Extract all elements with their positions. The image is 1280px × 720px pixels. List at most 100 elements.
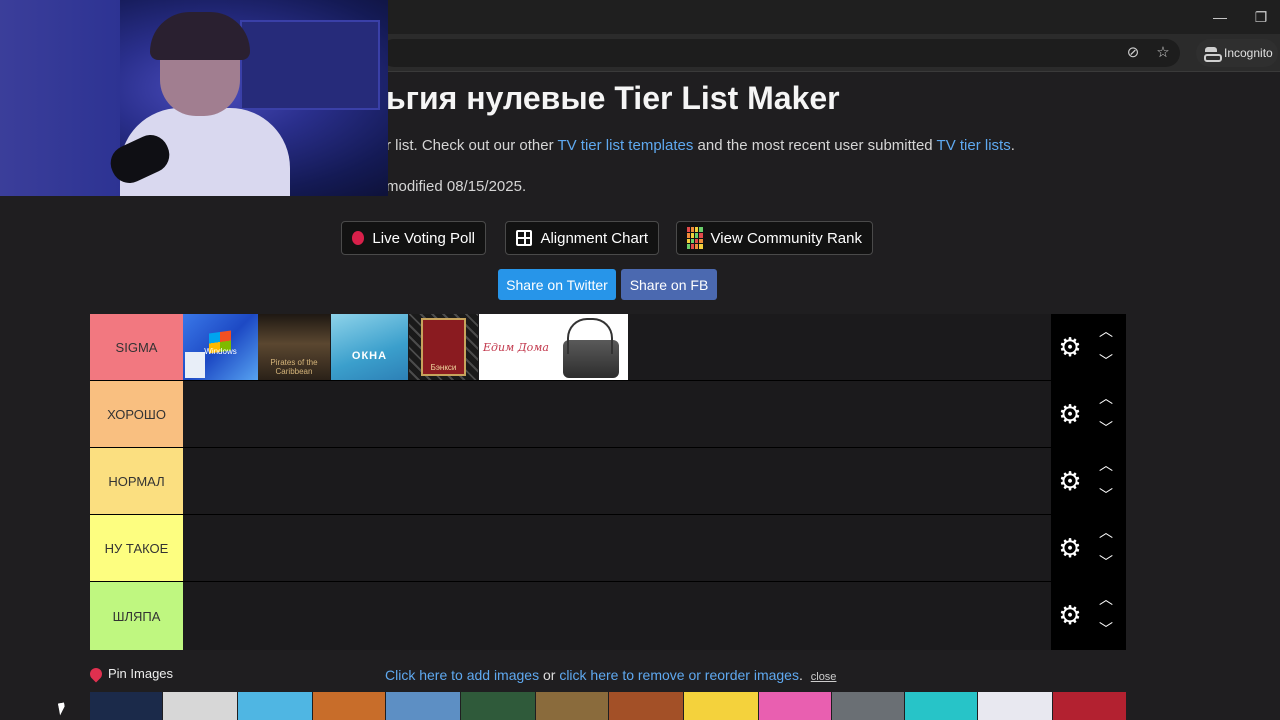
- tier-controls: ⚙ ︿ ﹀: [1051, 448, 1126, 515]
- edim-doma-image[interactable]: Едим Дома: [479, 314, 553, 380]
- chevron-down-icon[interactable]: ﹀: [1097, 352, 1115, 370]
- pool-image[interactable]: [609, 692, 683, 720]
- tv-templates-link[interactable]: TV tier list templates: [557, 137, 693, 154]
- tier-controls: ⚙ ︿ ﹀: [1051, 515, 1126, 582]
- chevron-up-icon[interactable]: ︿: [1097, 389, 1115, 407]
- bag-image[interactable]: [553, 314, 628, 380]
- gear-icon[interactable]: ⚙: [1057, 535, 1083, 561]
- pirates-caribbean-image[interactable]: Pirates of the Caribbean: [258, 314, 330, 380]
- image-pool: [90, 692, 1126, 720]
- webcam-person-hair: [150, 12, 250, 60]
- gear-icon[interactable]: ⚙: [1057, 401, 1083, 427]
- tier-label-normal[interactable]: НОРМАЛ: [90, 448, 183, 514]
- tier-label-good[interactable]: ХОРОШО: [90, 381, 183, 447]
- pool-image[interactable]: [832, 692, 904, 720]
- pool-image[interactable]: [759, 692, 831, 720]
- remove-reorder-link[interactable]: click here to remove or reorder images: [559, 667, 799, 683]
- live-voting-poll-button[interactable]: Live Voting Poll: [341, 221, 486, 255]
- chevron-up-icon[interactable]: ︿: [1097, 456, 1115, 474]
- tier-row-sigma: SIGMA Windows Pirates of the Caribbean О…: [90, 314, 1126, 381]
- bag-strap-shape: [567, 318, 613, 354]
- pin-icon: [87, 665, 105, 682]
- restore-icon[interactable]: ❐: [1251, 8, 1271, 26]
- pool-image[interactable]: [163, 692, 237, 720]
- page-description: r list. Check out our other TV tier list…: [386, 137, 1015, 154]
- live-voting-poll-label: Live Voting Poll: [372, 229, 475, 247]
- eye-off-icon[interactable]: ⊘: [1123, 43, 1143, 63]
- or-text: or: [539, 667, 560, 683]
- desc-prefix: r list. Check out our other: [386, 137, 558, 154]
- edim-doma-caption: Едим Дома: [483, 341, 549, 354]
- chevron-down-icon[interactable]: ﹀: [1097, 553, 1115, 571]
- tier-drop-zone[interactable]: [183, 381, 1051, 447]
- tier-controls: ⚙ ︿ ﹀: [1051, 582, 1126, 650]
- incognito-indicator[interactable]: Incognito: [1196, 39, 1278, 67]
- chevron-up-icon[interactable]: ︿: [1097, 523, 1115, 541]
- tier-label-hat[interactable]: ШЛЯПА: [90, 582, 183, 650]
- pool-image[interactable]: [90, 692, 162, 720]
- pool-image[interactable]: [536, 692, 608, 720]
- okna-caption: ОКНА: [351, 350, 388, 362]
- tier-list: SIGMA Windows Pirates of the Caribbean О…: [90, 314, 1126, 650]
- gear-icon[interactable]: ⚙: [1057, 334, 1083, 360]
- chevron-up-icon[interactable]: ︿: [1097, 322, 1115, 340]
- webcam-wall: [0, 0, 120, 196]
- tier-label-meh[interactable]: НУ ТАКОЕ: [90, 515, 183, 581]
- tier-drop-zone[interactable]: [183, 515, 1051, 581]
- alignment-chart-button[interactable]: Alignment Chart: [505, 221, 659, 255]
- tier-row-meh: НУ ТАКОЕ ⚙ ︿ ﹀: [90, 515, 1126, 582]
- chevron-up-icon[interactable]: ︿: [1097, 590, 1115, 608]
- tier-drop-zone[interactable]: Windows Pirates of the Caribbean ОКНА Бэ…: [183, 314, 1051, 380]
- pool-image[interactable]: [684, 692, 758, 720]
- desc-suffix: .: [1010, 137, 1015, 154]
- windows-xp-image[interactable]: Windows: [183, 314, 258, 380]
- gear-icon[interactable]: ⚙: [1057, 602, 1083, 628]
- tier-controls: ⚙ ︿ ﹀: [1051, 381, 1126, 448]
- webcam-cabinet: [240, 20, 380, 110]
- incognito-icon: [1204, 47, 1222, 62]
- add-images-link[interactable]: Click here to add images: [385, 667, 539, 683]
- pool-image[interactable]: [905, 692, 977, 720]
- address-bar[interactable]: [380, 39, 1180, 67]
- tier-row-normal: НОРМАЛ ⚙ ︿ ﹀: [90, 448, 1126, 515]
- incognito-label: Incognito: [1224, 46, 1273, 60]
- pool-image[interactable]: [313, 692, 385, 720]
- pool-image[interactable]: [386, 692, 460, 720]
- book-caption: Бэнкси: [430, 363, 457, 372]
- pool-image[interactable]: [238, 692, 312, 720]
- pirates-caption: Pirates of the Caribbean: [270, 358, 318, 376]
- grid-icon: [516, 230, 533, 246]
- minimize-icon[interactable]: —: [1210, 8, 1230, 26]
- share-twitter-button[interactable]: Share on Twitter: [498, 269, 616, 300]
- tier-drop-zone[interactable]: [183, 582, 1051, 650]
- period-text: .: [798, 667, 807, 683]
- pin-images-label: Pin Images: [108, 666, 174, 681]
- alignment-chart-label: Alignment Chart: [540, 229, 648, 247]
- window-panel-shape: [185, 352, 205, 378]
- image-actions-bar: Click here to add images or click here t…: [385, 667, 836, 683]
- tier-controls: ⚙ ︿ ﹀: [1051, 314, 1126, 381]
- gear-icon[interactable]: ⚙: [1057, 468, 1083, 494]
- pool-image[interactable]: [978, 692, 1052, 720]
- mosaic-icon: [687, 227, 703, 249]
- tier-drop-zone[interactable]: [183, 448, 1051, 514]
- pin-images-toggle[interactable]: Pin Images: [87, 665, 174, 682]
- pool-image[interactable]: [1053, 692, 1126, 720]
- star-icon[interactable]: ☆: [1153, 43, 1173, 63]
- tier-row-hat: ШЛЯПА ⚙ ︿ ﹀: [90, 582, 1126, 650]
- close-link[interactable]: close: [811, 671, 837, 683]
- pool-image[interactable]: [461, 692, 535, 720]
- chevron-down-icon[interactable]: ﹀: [1097, 486, 1115, 504]
- okna-image[interactable]: ОКНА: [331, 314, 408, 380]
- tv-tier-lists-link[interactable]: TV tier lists: [937, 137, 1011, 154]
- tier-label-sigma[interactable]: SIGMA: [90, 314, 183, 380]
- chevron-down-icon[interactable]: ﹀: [1097, 620, 1115, 638]
- book-cover-image[interactable]: Бэнкси: [409, 314, 478, 380]
- view-community-rank-label: View Community Rank: [710, 229, 862, 247]
- share-fb-button[interactable]: Share on FB: [621, 269, 717, 300]
- webcam-overlay: [0, 0, 388, 196]
- record-dot-icon: [352, 231, 365, 245]
- chevron-down-icon[interactable]: ﹀: [1097, 419, 1115, 437]
- view-community-rank-button[interactable]: View Community Rank: [676, 221, 873, 255]
- tier-row-good: ХОРОШО ⚙ ︿ ﹀: [90, 381, 1126, 448]
